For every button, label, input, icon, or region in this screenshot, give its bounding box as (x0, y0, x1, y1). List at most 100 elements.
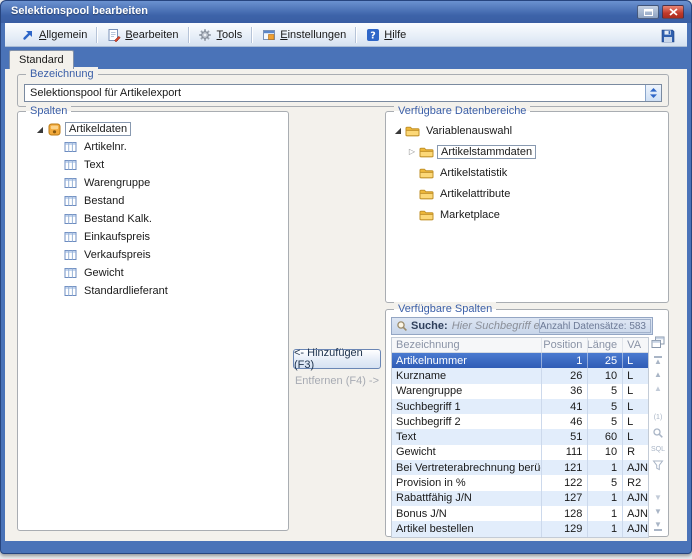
columns-table: BezeichnungPositionLängeVA Artikelnummer… (391, 337, 649, 538)
table-columns-icon (62, 195, 79, 207)
cell-va: L (622, 399, 648, 414)
first-row-icon[interactable]: ▲ (650, 354, 666, 368)
restore-button[interactable] (637, 5, 659, 19)
column-header-va[interactable]: VA (622, 338, 648, 352)
cell-position: 46 (541, 414, 588, 429)
datenbereiche-tree-root[interactable]: ◢Variablenauswahl (392, 120, 668, 141)
folder-icon (418, 146, 435, 158)
window-controls (637, 5, 684, 19)
table-row[interactable]: Artikelnummer125L (392, 353, 648, 368)
tree-item-label: Bestand Kalk. (81, 213, 155, 225)
filter-strip-icon[interactable] (650, 458, 666, 472)
save-button[interactable] (659, 27, 677, 44)
table-side-toolbar: ▲▲▲(1)SQL▼▼▼ (650, 310, 666, 536)
datenbereiche-tree-item[interactable]: ▷Marketplace (406, 204, 668, 225)
spalten-root-label: Artikeldaten (65, 122, 131, 136)
table-row[interactable]: Suchbegriff 1415L (392, 399, 648, 414)
tree-expanded-arrow[interactable]: ◢ (392, 126, 404, 135)
combo-dropdown-button[interactable] (645, 85, 661, 101)
toolbar-allgemein-button[interactable]: Allgemein (13, 25, 94, 44)
page-up-icon[interactable]: ▲ (650, 382, 666, 396)
gear-icon (198, 27, 213, 42)
column-header-bezeichnung[interactable]: Bezeichnung (392, 338, 541, 352)
record-count-label: Anzahl Datensätze: (540, 321, 627, 332)
cell-position: 51 (541, 429, 588, 444)
spalten-tree-item[interactable]: Standardlieferant (62, 282, 288, 300)
cell-laenge: 10 (587, 368, 622, 383)
row-up-icon[interactable]: ▲ (650, 368, 666, 382)
cell-laenge: 1 (587, 491, 622, 506)
bezeichnung-combobox[interactable]: Selektionspool für Artikelexport (24, 84, 662, 102)
column-header-l-nge[interactable]: Länge (587, 338, 622, 352)
spalten-tree-item[interactable]: Warengruppe (62, 174, 288, 192)
toolbar-einstellungen-button[interactable]: Einstellungen (254, 25, 353, 44)
datenbereiche-tree-item[interactable]: ▷Artikelattribute (406, 183, 668, 204)
table-row[interactable]: Text5160L (392, 429, 648, 444)
tree-item-label: Artikelattribute (437, 188, 513, 200)
cell-bezeichnung: Warengruppe (392, 384, 541, 399)
table-row[interactable]: Provision in %1225R2 (392, 475, 648, 490)
spalten-tree-item[interactable]: Gewicht (62, 264, 288, 282)
tree-item-label: Artikelnr. (81, 141, 130, 153)
toolbar-tools-button[interactable]: Tools (191, 25, 250, 44)
first-row-icon-glyph: ▲ (654, 356, 662, 366)
spalten-tree-item[interactable]: Bestand Kalk. (62, 210, 288, 228)
hinzufuegen-button[interactable]: <- Hinzufügen (F3) (293, 349, 381, 369)
column-header-position[interactable]: Position (541, 338, 588, 352)
cell-bezeichnung: Bonus J/N (392, 506, 541, 521)
datenbereiche-tree-item[interactable]: ▷Artikelstammdaten (406, 141, 668, 162)
last-row-icon[interactable]: ▼ (650, 519, 666, 533)
datenbereiche-group: Verfügbare Datenbereiche ◢Variablenauswa… (385, 111, 669, 303)
cell-position: 36 (541, 384, 588, 399)
table-row[interactable]: Bonus J/N1281AJN (392, 506, 648, 521)
sql-icon[interactable]: SQL (650, 442, 666, 456)
datenbereiche-tree-item[interactable]: ▷Artikelstatistik (406, 162, 668, 183)
tree-expanded-arrow[interactable]: ◢ (34, 125, 46, 134)
table-row[interactable]: Artikel bestellen1291AJN (392, 521, 648, 536)
table-row[interactable]: Suchbegriff 2465L (392, 414, 648, 429)
column-chooser-icon[interactable] (650, 335, 666, 349)
toolbar-hilfe-button[interactable]: ?Hilfe (358, 25, 413, 44)
spalten-group: Spalten ◢ArtikeldatenArtikelnr.TextWaren… (17, 111, 289, 531)
table-row[interactable]: Kurzname2610L (392, 368, 648, 383)
table-columns-icon (62, 267, 79, 279)
spalten-tree-item[interactable]: Bestand (62, 192, 288, 210)
spalten-group-label: Spalten (26, 104, 71, 118)
cell-position: 1 (541, 353, 588, 368)
spalten-tree-item[interactable]: Text (62, 156, 288, 174)
table-columns-icon (62, 141, 79, 153)
toolbar-bearbeiten-button[interactable]: Bearbeiten (99, 25, 185, 44)
verfuegbare-spalten-group-label: Verfügbare Spalten (394, 302, 496, 316)
cell-va: L (622, 429, 648, 444)
close-button[interactable] (662, 5, 684, 19)
spalten-tree-item[interactable]: Einkaufspreis (62, 228, 288, 246)
entfernen-button[interactable]: Entfernen (F4) -> (287, 375, 387, 387)
spinner-arrows-icon (649, 87, 658, 99)
cell-va: AJN (622, 460, 648, 475)
entfernen-label: Entfernen (F4) -> (295, 375, 379, 387)
folder-icon (404, 125, 421, 137)
search-strip-icon[interactable] (650, 426, 666, 440)
table-row[interactable]: Rabattfähig J/N1271AJN (392, 491, 648, 506)
datenbereiche-group-label: Verfügbare Datenbereiche (394, 104, 530, 118)
cell-bezeichnung: Kurzname (392, 368, 541, 383)
last-row-icon-glyph: ▼ (654, 521, 662, 531)
table-row[interactable]: Warengruppe365L (392, 384, 648, 399)
cell-laenge: 1 (587, 506, 622, 521)
spalten-tree-item[interactable]: Artikelnr. (62, 138, 288, 156)
tree-collapsed-arrow[interactable]: ▷ (406, 147, 418, 156)
search-bar[interactable]: Suche: Hier Suchbegriff einge Anzahl Dat… (391, 317, 653, 335)
tab-standard[interactable]: Standard (9, 50, 74, 69)
spalten-tree-item[interactable]: Verkaufspreis (62, 246, 288, 264)
datenbereiche-tree: ◢Variablenauswahl▷Artikelstammdaten▷Arti… (386, 120, 668, 225)
row-down-icon[interactable]: ▼ (650, 491, 666, 505)
brackets-icon[interactable]: (1) (650, 410, 666, 424)
spalten-tree-root[interactable]: ◢ Artikeldaten (34, 120, 288, 138)
cell-va: L (622, 384, 648, 399)
cell-laenge: 5 (587, 384, 622, 399)
page-down-icon[interactable]: ▼ (650, 505, 666, 519)
record-count-value: 583 (629, 321, 646, 332)
table-row[interactable]: Bei Vertreterabrechnung berücksichtige12… (392, 460, 648, 475)
cell-bezeichnung: Gewicht (392, 445, 541, 460)
table-row[interactable]: Gewicht11110R (392, 445, 648, 460)
